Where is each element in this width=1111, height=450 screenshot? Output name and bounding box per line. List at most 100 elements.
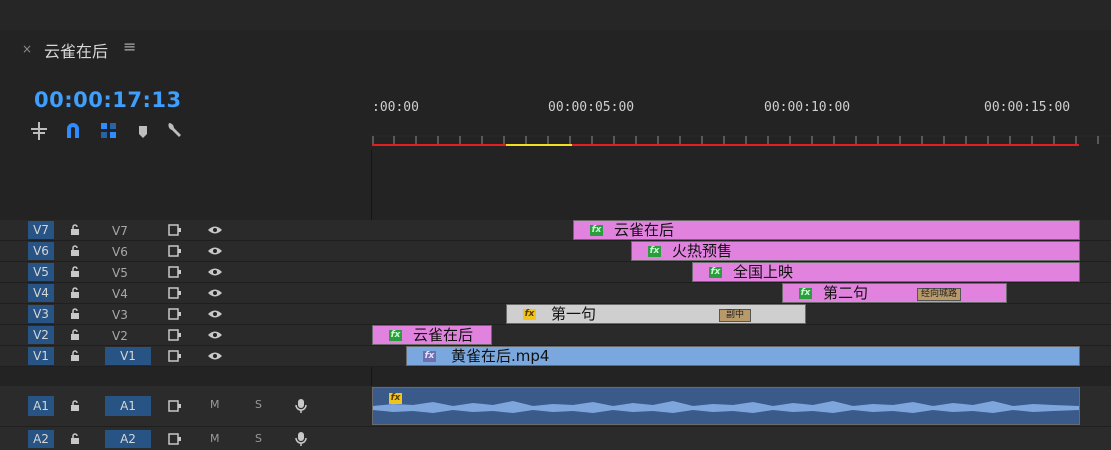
source-patch[interactable]: V5	[28, 263, 54, 281]
clip-v7[interactable]: fx 云雀在后	[573, 220, 1080, 240]
track-name[interactable]: V6	[112, 243, 128, 261]
lock-icon[interactable]	[70, 433, 80, 445]
toggle-output-icon[interactable]	[168, 329, 182, 341]
toggle-output-icon[interactable]	[168, 245, 182, 257]
add-marker-icon[interactable]	[132, 120, 154, 142]
source-patch[interactable]: A1	[28, 396, 54, 416]
mic-icon[interactable]	[295, 431, 307, 447]
sequence-title: 云雀在后	[44, 42, 109, 61]
toggle-output-icon[interactable]	[168, 400, 182, 412]
track-header-v3: V3 V3	[0, 304, 371, 324]
fx-badge-icon: fx	[799, 288, 812, 299]
fx-badge-icon: fx	[523, 309, 536, 320]
track-name[interactable]: V2	[112, 327, 128, 345]
render-bar-yellow	[506, 144, 572, 146]
clip-sub-label: 副中	[719, 309, 752, 322]
source-patch[interactable]: V6	[28, 242, 54, 260]
clip-v1[interactable]: fx 黄雀在后.mp4	[406, 346, 1080, 366]
clip-label: 云雀在后	[614, 221, 675, 239]
track-name[interactable]: V7	[112, 222, 128, 240]
clip-label: 火热预售	[672, 242, 733, 260]
clip-label: 第一句	[551, 305, 597, 323]
wrench-icon[interactable]	[162, 120, 184, 142]
panel-top-strip	[0, 0, 1111, 31]
lock-icon[interactable]	[70, 266, 80, 278]
sequence-tab[interactable]: × 云雀在后 ≡	[0, 30, 1111, 68]
source-patch[interactable]: V3	[28, 305, 54, 323]
lock-icon[interactable]	[70, 350, 80, 362]
solo-button[interactable]: S	[255, 398, 262, 411]
lock-icon[interactable]	[70, 245, 80, 257]
toggle-output-icon[interactable]	[168, 224, 182, 236]
solo-button[interactable]: S	[255, 432, 262, 445]
toggle-output-icon[interactable]	[168, 266, 182, 278]
track-target[interactable]: V1	[105, 347, 151, 365]
time-ruler[interactable]: :00:00 00:00:05:00 00:00:10:00 00:00:15:…	[372, 100, 1111, 122]
source-patch[interactable]: V1	[28, 347, 54, 365]
nest-icon[interactable]	[28, 120, 50, 142]
source-patch[interactable]: V4	[28, 284, 54, 302]
clip-label: 云雀在后	[413, 326, 474, 344]
ruler-ticks[interactable]	[372, 130, 1111, 154]
fx-badge-icon: fx	[423, 351, 436, 362]
eye-icon[interactable]	[207, 246, 223, 256]
lock-icon[interactable]	[70, 224, 80, 236]
toggle-output-icon[interactable]	[168, 350, 182, 362]
clip-v6[interactable]: fx 火热预售	[631, 241, 1080, 261]
fx-badge-icon: fx	[590, 225, 603, 236]
ruler-label: 00:00:15:00	[984, 100, 1071, 115]
mute-button[interactable]: M	[210, 398, 220, 411]
toggle-output-icon[interactable]	[168, 287, 182, 299]
lock-icon[interactable]	[70, 329, 80, 341]
fx-badge-icon: fx	[709, 267, 722, 278]
snap-magnet-icon[interactable]	[62, 120, 84, 142]
source-patch[interactable]: V7	[28, 221, 54, 239]
track-header-v6: V6 V6	[0, 241, 371, 261]
ruler-label: 00:00:10:00	[764, 100, 851, 115]
audio-clip-a1[interactable]: fx	[372, 387, 1080, 425]
source-patch[interactable]: V2	[28, 326, 54, 344]
track-target[interactable]: A2	[105, 430, 151, 448]
ruler-label: :00:00	[372, 100, 419, 115]
lock-icon[interactable]	[70, 400, 80, 412]
eye-icon[interactable]	[207, 267, 223, 277]
toggle-output-icon[interactable]	[168, 433, 182, 445]
fx-badge-icon: fx	[648, 246, 661, 257]
track-header-a2: A2 A2 M S	[0, 428, 371, 450]
track-header-v2: V2 V2	[0, 325, 371, 345]
track-name[interactable]: V4	[112, 285, 128, 303]
eye-icon[interactable]	[207, 351, 223, 361]
track-header-v5: V5 V5	[0, 262, 371, 282]
mute-button[interactable]: M	[210, 432, 220, 445]
eye-icon[interactable]	[207, 330, 223, 340]
eye-icon[interactable]	[207, 309, 223, 319]
eye-icon[interactable]	[207, 225, 223, 235]
track-target[interactable]: A1	[105, 396, 151, 416]
ruler-label: 00:00:05:00	[548, 100, 635, 115]
close-tab-icon[interactable]: ×	[22, 42, 32, 56]
track-name[interactable]: V3	[112, 306, 128, 324]
clip-v2[interactable]: fx 云雀在后	[372, 325, 492, 345]
toggle-output-icon[interactable]	[168, 308, 182, 320]
playhead-timecode[interactable]: 00:00:17:13	[34, 88, 182, 112]
panel-menu-icon[interactable]: ≡	[123, 37, 136, 56]
track-header-v1: V1 V1	[0, 346, 371, 366]
track-header-v7: V7 V7	[0, 220, 371, 240]
audio-waveform	[373, 401, 1079, 413]
track-header-a1: A1 A1 M S	[0, 394, 371, 418]
track-header-v4: V4 V4	[0, 283, 371, 303]
clip-v3[interactable]: fx 第一句 副中	[506, 304, 806, 324]
lock-icon[interactable]	[70, 308, 80, 320]
source-patch[interactable]: A2	[28, 430, 54, 448]
lock-icon[interactable]	[70, 287, 80, 299]
render-bar-red	[372, 144, 1079, 146]
fx-badge-icon: fx	[389, 393, 402, 404]
clip-sub-label: 经向城路	[917, 288, 962, 301]
clip-v4[interactable]: fx 第二句 经向城路	[782, 283, 1007, 303]
track-name[interactable]: V5	[112, 264, 128, 282]
mic-icon[interactable]	[295, 398, 307, 414]
linked-selection-icon[interactable]	[98, 120, 120, 142]
eye-icon[interactable]	[207, 288, 223, 298]
clip-label: 第二句	[823, 284, 869, 302]
clip-v5[interactable]: fx 全国上映	[692, 262, 1080, 282]
